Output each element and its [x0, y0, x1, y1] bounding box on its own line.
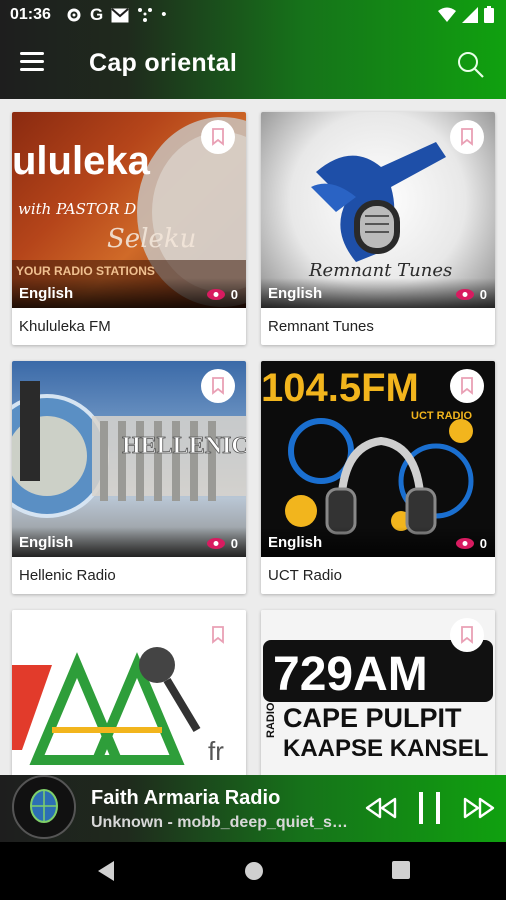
globe-icon — [30, 789, 58, 823]
station-name: Remnant Tunes — [268, 318, 374, 335]
eye-icon — [455, 289, 474, 300]
view-count: 0 — [455, 287, 487, 302]
top-bar: 01:36 G • Cap oriental — [0, 0, 506, 99]
station-name: UCT Radio — [268, 567, 342, 584]
signal-icon — [462, 6, 478, 23]
app-bar: Cap oriental — [0, 32, 506, 99]
now-playing-track: Unknown - mobb_deep_quiet_storm — [91, 814, 353, 831]
station-card[interactable]: fr — [12, 610, 246, 775]
view-count: 0 — [206, 287, 238, 302]
google-icon: G — [90, 5, 104, 24]
search-icon[interactable] — [456, 50, 486, 80]
bookmark-icon[interactable] — [450, 369, 484, 403]
station-card[interactable]: Remnant Tunes English 0 Remnant Tunes — [261, 112, 495, 345]
station-artwork: 729AM RADIO CAPE PULPIT KAAPSE KANSEL — [261, 610, 495, 775]
hamburger-menu-icon[interactable] — [20, 52, 50, 78]
pause-icon[interactable] — [414, 790, 446, 826]
art-text-radio: RADIO — [265, 702, 277, 738]
language-label: English — [19, 285, 74, 302]
art-text-suffix: fr — [208, 736, 224, 766]
station-grid: ululeka with PASTOR D Seleku YOUR RADIO … — [0, 99, 506, 775]
now-playing-station: Faith Armaria Radio — [91, 787, 281, 809]
art-text-kaapse-kansel: KAAPSE KANSEL — [283, 735, 488, 762]
view-count: 0 — [455, 536, 487, 551]
back-icon[interactable] — [96, 859, 118, 883]
fast-forward-icon[interactable] — [462, 791, 496, 825]
view-count-value: 0 — [230, 536, 238, 551]
language-label: English — [268, 285, 323, 302]
art-text-frequency: 729AM — [273, 648, 428, 701]
bookmark-icon[interactable] — [201, 618, 235, 652]
mail-icon — [111, 7, 129, 22]
status-bar: 01:36 G • — [0, 0, 506, 32]
bookmark-icon[interactable] — [450, 618, 484, 652]
station-card[interactable]: ululeka with PASTOR D Seleku YOUR RADIO … — [12, 112, 246, 345]
station-card[interactable]: HELLENIC R English 0 Hellenic Radio — [12, 361, 246, 594]
battery-icon — [484, 6, 494, 23]
wifi-icon — [438, 7, 456, 22]
station-artwork: Remnant Tunes English 0 — [261, 112, 495, 308]
language-label: English — [268, 534, 323, 551]
station-logo — [12, 775, 76, 839]
bookmark-icon[interactable] — [450, 120, 484, 154]
eye-icon — [455, 538, 474, 549]
status-time: 01:36 — [10, 6, 51, 23]
art-text-title: ululeka — [12, 139, 151, 183]
art-text-signature: Seleku — [107, 224, 196, 254]
rewind-icon[interactable] — [364, 791, 398, 825]
station-artwork: 104.5FM UCT RADIO English 0 — [261, 361, 495, 557]
network-icon — [138, 8, 153, 22]
eye-icon — [206, 538, 225, 549]
art-text-pastor: with PASTOR D — [18, 200, 136, 218]
bookmark-icon[interactable] — [201, 369, 235, 403]
home-icon[interactable] — [242, 859, 266, 883]
view-count-value: 0 — [479, 287, 487, 302]
station-name: Hellenic Radio — [19, 567, 116, 584]
page-title: Cap oriental — [89, 49, 238, 77]
station-name: Khululeka FM — [19, 318, 111, 335]
view-count-value: 0 — [230, 287, 238, 302]
eye-icon — [206, 289, 225, 300]
art-text-frequency: 104.5FM — [261, 366, 419, 410]
view-count-value: 0 — [479, 536, 487, 551]
art-text-uct: UCT RADIO — [411, 410, 473, 422]
station-card[interactable]: 104.5FM UCT RADIO English 0 UCT Radio — [261, 361, 495, 594]
mini-player[interactable]: Faith Armaria Radio Unknown - mobb_deep_… — [0, 775, 506, 842]
station-artwork: fr — [12, 610, 246, 775]
gear-icon — [67, 8, 81, 22]
dot-icon: • — [161, 6, 167, 23]
art-text-cape-pulpit: CAPE PULPIT — [283, 703, 462, 733]
view-count: 0 — [206, 536, 238, 551]
language-label: English — [19, 534, 74, 551]
station-artwork: HELLENIC R English 0 — [12, 361, 246, 557]
station-artwork: ululeka with PASTOR D Seleku YOUR RADIO … — [12, 112, 246, 308]
station-card[interactable]: 729AM RADIO CAPE PULPIT KAAPSE KANSEL — [261, 610, 495, 775]
art-text-title: HELLENIC R — [122, 433, 246, 459]
art-text-tagline: YOUR RADIO STATIONS — [16, 264, 155, 278]
bookmark-icon[interactable] — [201, 120, 235, 154]
recents-icon[interactable] — [390, 859, 412, 881]
system-navigation-bar — [0, 842, 506, 900]
